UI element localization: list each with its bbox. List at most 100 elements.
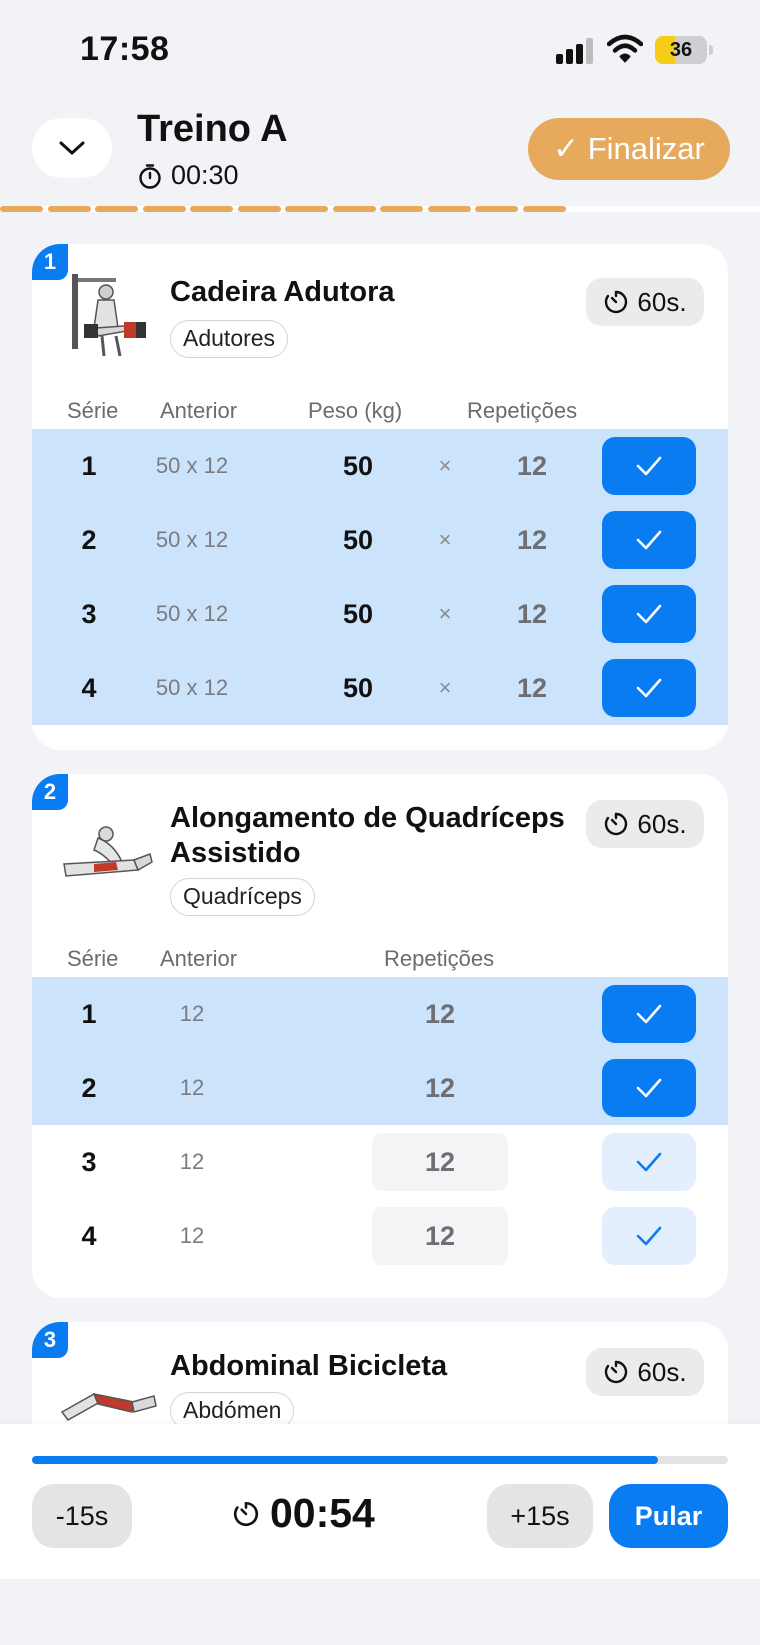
times-sign: × (438, 453, 452, 478)
rest-time-label: 60s. (637, 808, 687, 839)
reps-input[interactable]: 12 (372, 1133, 508, 1191)
exercise-name: Cadeira Adutora (170, 276, 395, 308)
set-number: 4 (81, 672, 97, 703)
previous-value: 50 x 12 (155, 675, 229, 700)
times-sign: × (438, 675, 452, 700)
col-reps: Repetições (384, 946, 495, 971)
set-number: 3 (81, 598, 97, 629)
exercise-image (63, 826, 153, 877)
exercise-card: 1 Cadeira Adutora Adutores 60s. Série An… (32, 244, 728, 750)
skip-label: Pular (634, 1500, 703, 1531)
progress-segment (237, 206, 281, 212)
complete-set-button[interactable] (602, 1207, 696, 1265)
rest-progress-fill (32, 1456, 659, 1464)
set-row: 4 12 12 (32, 1199, 728, 1273)
set-number: 1 (81, 450, 97, 481)
skip-rest-button[interactable]: Pular (609, 1484, 728, 1548)
weight-input[interactable]: 50 (310, 651, 406, 725)
previous-value: 12 (179, 1223, 205, 1248)
set-number: 2 (81, 524, 97, 555)
set-row: 1 12 12 (32, 977, 728, 1051)
progress-segment (522, 206, 566, 212)
checkmark-icon (636, 1078, 662, 1098)
previous-value: 50 x 12 (155, 453, 229, 478)
progress-segment (285, 206, 328, 212)
reps-input[interactable]: 12 (472, 577, 592, 651)
complete-set-button[interactable] (602, 659, 696, 717)
col-anterior: Anterior (160, 398, 238, 423)
exercise-number: 3 (32, 1322, 68, 1358)
col-peso: Peso (kg) (308, 398, 403, 423)
set-row: 3 50 x 12 50 × 12 (32, 577, 728, 651)
progress-segment (475, 206, 518, 212)
col-reps: Repetições (467, 398, 578, 423)
reps-input[interactable]: 12 (472, 651, 592, 725)
rest-time-button[interactable]: 60s. (586, 800, 704, 848)
set-number: 3 (81, 1146, 97, 1177)
complete-set-button[interactable] (602, 585, 696, 643)
workout-title: Treino A (137, 108, 288, 150)
progress-segment (142, 206, 186, 212)
rest-time-button[interactable]: 60s. (586, 1348, 704, 1396)
weight-input[interactable]: 50 (310, 577, 406, 651)
previous-value: 50 x 12 (155, 527, 229, 552)
weight-input[interactable]: 50 (310, 503, 406, 577)
complete-set-button[interactable] (602, 1059, 696, 1117)
reps-input[interactable]: 12 (372, 977, 508, 1051)
minus-15s-button[interactable]: -15s (32, 1484, 132, 1548)
set-row: 2 50 x 12 50 × 12 (32, 503, 728, 577)
reps-input[interactable]: 12 (472, 503, 592, 577)
exercise-name: Abdominal Bicicleta (170, 1350, 448, 1382)
finish-button[interactable]: ✓ Finalizar (528, 118, 730, 180)
times-sign: × (438, 601, 452, 626)
rest-time-label: 60s. (637, 1356, 687, 1387)
status-bar: 17:58 36 (0, 0, 760, 95)
exercise-card: 2 Alongamento de Quadríceps Assistido Qu… (32, 774, 728, 1298)
set-row: 2 12 12 (32, 1051, 728, 1125)
col-serie: Série (67, 946, 119, 971)
progress-segment (190, 206, 233, 212)
complete-set-button[interactable] (602, 437, 696, 495)
reps-input[interactable]: 12 (372, 1051, 508, 1125)
battery-icon: 36 (655, 36, 707, 64)
elapsed-value: 00:30 (171, 160, 239, 190)
status-time: 17:58 (80, 30, 170, 68)
timer-icon (233, 1501, 258, 1526)
cellular-signal-icon (556, 38, 594, 64)
battery-level: 36 (669, 39, 693, 61)
rest-time-button[interactable]: 60s. (586, 278, 704, 326)
exercise-name-line2: Assistido (170, 837, 301, 869)
checkmark-icon (636, 678, 662, 698)
progress-segment (332, 206, 376, 212)
reps-input[interactable]: 12 (472, 429, 592, 503)
complete-set-button[interactable] (602, 511, 696, 569)
previous-value: 50 x 12 (155, 601, 229, 626)
checkmark-icon (636, 1152, 662, 1172)
reps-input[interactable]: 12 (372, 1207, 508, 1265)
complete-set-button[interactable] (602, 1133, 696, 1191)
timer-icon (605, 290, 628, 314)
stopwatch-icon (139, 163, 161, 189)
set-row: 1 50 x 12 50 × 12 (32, 429, 728, 503)
finish-label: ✓ Finalizar (553, 131, 705, 166)
checkmark-icon (636, 1226, 662, 1246)
progress-segment (0, 206, 43, 212)
previous-value: 12 (179, 1001, 205, 1026)
weight-input[interactable]: 50 (310, 429, 406, 503)
exercise-image (72, 274, 146, 357)
progress-segment (380, 206, 423, 212)
previous-value: 12 (179, 1075, 205, 1100)
set-number: 2 (81, 1072, 97, 1103)
timer-icon (605, 1360, 628, 1384)
checkmark-icon (636, 530, 662, 550)
plus-15s-label: +15s (510, 1500, 570, 1531)
set-row: 3 12 12 (32, 1125, 728, 1199)
collapse-button[interactable] (32, 118, 112, 178)
checkmark-icon (636, 456, 662, 476)
col-anterior: Anterior (160, 946, 238, 971)
complete-set-button[interactable] (602, 985, 696, 1043)
plus-15s-button[interactable]: +15s (487, 1484, 593, 1548)
elapsed-time: 00:30 (137, 160, 239, 191)
checkmark-icon (636, 1004, 662, 1024)
muscle-tag: Quadríceps (170, 878, 315, 916)
